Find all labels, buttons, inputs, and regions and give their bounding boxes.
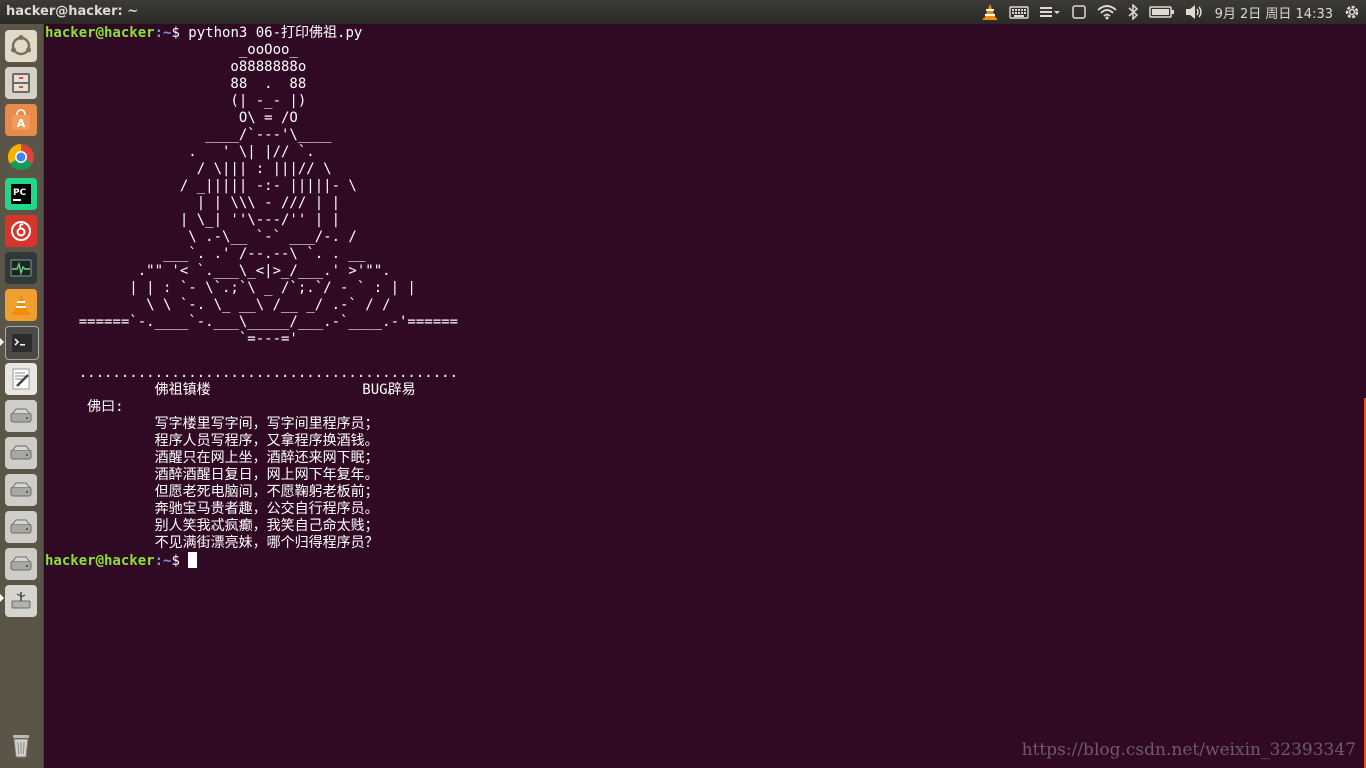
drive-icon [10, 519, 32, 534]
usb-icon [11, 592, 31, 609]
keyboard-icon[interactable] [1008, 0, 1029, 24]
prompt-user-host: hacker@hacker [45, 25, 155, 41]
wifi-icon[interactable] [1096, 0, 1117, 24]
watermark: https://blog.csdn.net/weixin_32393347 [1021, 740, 1356, 760]
prompt-symbol: $ [171, 553, 189, 569]
text-editor-button[interactable] [5, 363, 37, 395]
terminal-button[interactable] [5, 326, 39, 360]
netease-music-button[interactable] [5, 215, 37, 247]
gear-icon[interactable] [1343, 0, 1361, 24]
drive-icon [10, 482, 32, 497]
terminal-icon [12, 334, 32, 352]
drive-button-4[interactable] [5, 511, 37, 543]
clock[interactable]: 9月 2日 周日 14:33 [1215, 0, 1333, 24]
drive-icon [10, 556, 32, 571]
prompt-path: :~ [154, 553, 172, 569]
command-line: $ python3 06-打印佛祖.py [171, 25, 363, 41]
chrome-button[interactable] [5, 141, 37, 173]
pycharm-button[interactable]: PC [5, 178, 37, 210]
vlc-cone-icon [12, 295, 30, 315]
trash-icon [13, 735, 29, 758]
bluetooth-icon[interactable] [1127, 0, 1139, 24]
trash-button[interactable] [5, 730, 37, 762]
running-indicator [0, 594, 4, 602]
file-cabinet-icon [12, 73, 30, 93]
svg-text:A: A [17, 117, 26, 130]
program-output: _ooOoo_ o8888888o 88 . 88 (| -_- |) O\ =… [78, 42, 459, 551]
indicator-area: 9月 2日 周日 14:33 [976, 0, 1366, 24]
active-prompt[interactable]: hacker@hacker:~$ [45, 552, 198, 570]
pycharm-icon: PC [11, 184, 31, 204]
drive-button-5[interactable] [5, 548, 37, 580]
vlc-tray-icon[interactable] [981, 0, 999, 24]
vlc-button[interactable] [5, 289, 37, 321]
software-center-button[interactable]: A [5, 104, 37, 136]
window-title: hacker@hacker: ~ [6, 4, 139, 19]
drive-button-2[interactable] [5, 437, 37, 469]
input-method-icon[interactable] [1039, 0, 1061, 24]
prompt-user-host: hacker@hacker [45, 553, 155, 569]
usb-drive-button[interactable] [5, 585, 37, 617]
text-cursor [188, 552, 198, 568]
terminal-window[interactable]: hacker@hacker:~$ python3 06-打印佛祖.py _ooO… [44, 24, 1366, 768]
prompt-path: :~ [154, 25, 172, 41]
running-indicator [0, 338, 4, 346]
terminal-output: hacker@hacker:~$ python3 06-打印佛祖.py _ooO… [45, 25, 458, 552]
chrome-icon [7, 143, 34, 171]
svg-text:PC: PC [13, 188, 27, 198]
monitor-icon [10, 259, 32, 277]
system-monitor-button[interactable] [5, 252, 37, 284]
drive-button-3[interactable] [5, 474, 37, 506]
volume-icon[interactable] [1185, 0, 1205, 24]
drive-icon [10, 408, 32, 423]
battery-icon[interactable] [1148, 0, 1175, 24]
window-square-icon[interactable] [1071, 0, 1087, 24]
drive-button-1[interactable] [5, 400, 37, 432]
launcher: A PC [0, 24, 44, 768]
text-editor-icon [12, 368, 30, 390]
software-bag-icon: A [12, 109, 30, 130]
dash-home-button[interactable] [5, 30, 37, 62]
drive-icon [10, 445, 32, 460]
music-icon [11, 221, 31, 241]
files-button[interactable] [5, 67, 37, 99]
top-panel: hacker@hacker: ~ 9月 2日 周日 14:33 [0, 0, 1366, 24]
ubuntu-logo-icon [11, 35, 31, 56]
